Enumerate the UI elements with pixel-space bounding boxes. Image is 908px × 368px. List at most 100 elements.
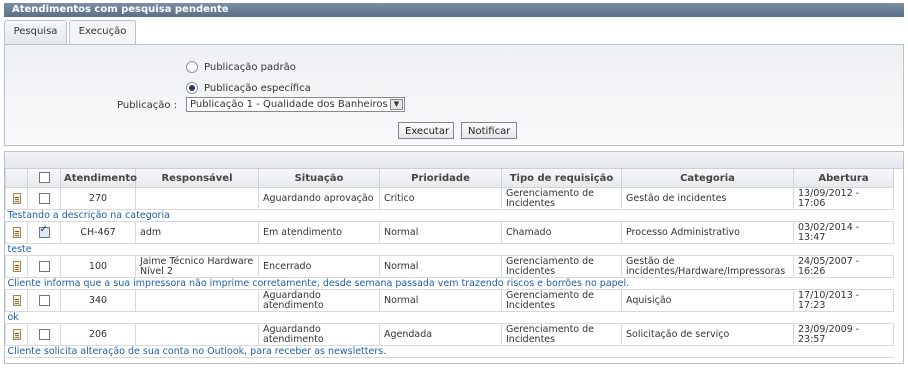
- row-icon-cell[interactable]: [5, 255, 28, 278]
- table-header-row: Atendimento Responsável Situação Priorid…: [5, 169, 894, 188]
- row-icon-cell[interactable]: [5, 289, 28, 312]
- document-icon[interactable]: [12, 227, 21, 238]
- cell-situacao: Aguardando atendimento: [258, 289, 380, 312]
- cell-situacao: Encerrado: [258, 255, 380, 278]
- cell-situacao: Aguardando atendimento: [258, 323, 380, 346]
- row-select-cell[interactable]: [27, 221, 61, 244]
- table-row[interactable]: CH-467admEm atendimentoNormalChamadoProc…: [5, 221, 894, 244]
- document-icon[interactable]: [12, 295, 21, 306]
- publication-select-value: Publicação 1 - Qualidade dos Banheiros: [190, 99, 388, 110]
- cell-atendimento: 340: [60, 289, 136, 312]
- tab-execucao[interactable]: Execução: [69, 20, 136, 46]
- cell-situacao: Em atendimento: [258, 221, 380, 244]
- header-select-all[interactable]: [27, 169, 61, 188]
- cell-abertura: 03/02/2014 - 13:47: [793, 221, 894, 244]
- table-row-description: Testando a descrição na categoria: [5, 209, 894, 222]
- execute-button[interactable]: Executar: [398, 122, 454, 139]
- row-checkbox[interactable]: [38, 261, 50, 272]
- table-row-description: Cliente solicita alteração de sua conta …: [5, 345, 894, 358]
- row-select-cell[interactable]: [27, 289, 61, 312]
- header-responsavel[interactable]: Responsável: [135, 169, 259, 188]
- cell-prioridade: Normal: [379, 255, 502, 278]
- results-grid: Atendimento Responsável Situação Priorid…: [4, 151, 904, 364]
- row-description: teste: [5, 243, 894, 256]
- cell-atendimento: 206: [60, 323, 136, 346]
- row-description: Cliente informa que a sua impressora não…: [5, 277, 894, 290]
- publication-label: Publicação :: [117, 100, 178, 111]
- radio-specific[interactable]: [186, 82, 198, 94]
- radio-specific-label: Publicação específica: [204, 83, 311, 94]
- row-icon-cell[interactable]: [5, 323, 28, 346]
- cell-categoria: Processo Administrativo: [621, 221, 794, 244]
- document-icon[interactable]: [12, 261, 21, 272]
- table-row-description: Cliente informa que a sua impressora não…: [5, 277, 894, 290]
- table-row[interactable]: 100 Jaime Técnico Hardware Nível 2 Encerra…: [5, 255, 894, 278]
- document-icon[interactable]: [12, 329, 21, 340]
- cell-abertura: 13/09/2012 - 17:06: [793, 187, 894, 210]
- grid-toolbar: [5, 152, 903, 169]
- cell-tipo-requisicao: Gerenciamento de Incidentes: [501, 255, 622, 278]
- radio-default[interactable]: [186, 61, 198, 73]
- header-tipo-requisicao[interactable]: Tipo de requisição: [501, 169, 622, 188]
- row-description: ok: [5, 311, 894, 324]
- header-abertura[interactable]: Abertura: [793, 169, 894, 188]
- cell-prioridade: Agendada: [379, 323, 502, 346]
- row-select-cell[interactable]: [27, 187, 61, 210]
- radio-option-default[interactable]: Publicação padrão: [186, 61, 296, 73]
- cell-categoria: Gestão de incidentes/Hardware/Impressora…: [621, 255, 794, 278]
- row-checkbox[interactable]: [38, 225, 50, 238]
- cell-categoria: Aquisição: [621, 289, 794, 312]
- select-all-checkbox[interactable]: [38, 172, 50, 184]
- cell-responsavel: Jaime Técnico Hardware Nível 2: [135, 255, 259, 278]
- row-checkbox[interactable]: [38, 193, 50, 204]
- header-categoria[interactable]: Categoria: [621, 169, 794, 188]
- publication-select[interactable]: Publicação 1 - Qualidade dos Banheiros ▼: [186, 97, 405, 112]
- chevron-down-icon[interactable]: ▼: [390, 99, 403, 110]
- table-row[interactable]: 340 Aguardando atendimento Normal Gerenciam…: [5, 289, 894, 312]
- cell-atendimento: 270: [60, 187, 136, 210]
- table-row-description: ok: [5, 311, 894, 324]
- cell-atendimento: 100: [60, 255, 136, 278]
- cell-abertura: 17/10/2013 - 17:23: [793, 289, 894, 312]
- row-icon-cell[interactable]: [5, 221, 28, 244]
- radio-default-label: Publicação padrão: [204, 62, 296, 73]
- table-row[interactable]: 270 Aguardando aprovação Critico Gerenciame…: [5, 187, 894, 210]
- row-description: Testando a descrição na categoria: [5, 209, 894, 222]
- header-atendimento[interactable]: Atendimento: [60, 169, 137, 188]
- cell-responsavel: [135, 289, 259, 312]
- header-icon-col: [5, 169, 28, 188]
- cell-prioridade: Critico: [379, 187, 502, 210]
- cell-tipo-requisicao: Gerenciamento de Incidentes: [501, 187, 622, 210]
- cell-abertura: 24/05/2007 - 16:26: [793, 255, 894, 278]
- table-row-description: teste: [5, 243, 894, 256]
- cell-atendimento: CH-467: [60, 221, 136, 244]
- cell-abertura: 23/09/2009 - 23:57: [793, 323, 894, 346]
- row-select-cell[interactable]: [27, 323, 61, 346]
- cell-prioridade: Normal: [379, 221, 502, 244]
- row-select-cell[interactable]: [27, 255, 61, 278]
- cell-responsavel: adm: [135, 221, 259, 244]
- document-icon[interactable]: [12, 193, 21, 204]
- cell-tipo-requisicao: Gerenciamento de Incidentes: [501, 289, 622, 312]
- radio-option-specific[interactable]: Publicação específica: [186, 82, 311, 94]
- row-icon-cell[interactable]: [5, 187, 28, 210]
- row-description: Cliente solicita alteração de sua conta …: [5, 345, 894, 358]
- cell-tipo-requisicao: Chamado: [501, 221, 622, 244]
- row-checkbox[interactable]: [38, 295, 50, 306]
- results-table: Atendimento Responsável Situação Priorid…: [5, 169, 894, 358]
- execution-panel: [4, 44, 904, 146]
- header-prioridade[interactable]: Prioridade: [379, 169, 502, 188]
- cell-categoria: Solicitação de serviço: [621, 323, 794, 346]
- notify-button[interactable]: Notificar: [461, 122, 517, 139]
- cell-prioridade: Normal: [379, 289, 502, 312]
- cell-responsavel: [135, 323, 259, 346]
- window-title: Atendimentos com pesquisa pendente: [4, 3, 904, 17]
- header-situacao[interactable]: Situação: [258, 169, 380, 188]
- table-row[interactable]: 206 Aguardando atendimento Agendada Gerenci…: [5, 323, 894, 346]
- tab-pesquisa[interactable]: Pesquisa: [4, 20, 67, 45]
- cell-tipo-requisicao: Gerenciamento de Incidentes: [501, 323, 622, 346]
- row-checkbox[interactable]: [38, 329, 50, 340]
- cell-responsavel: [135, 187, 259, 210]
- cell-situacao: Aguardando aprovação: [258, 187, 380, 210]
- cell-categoria: Gestão de incidentes: [621, 187, 794, 210]
